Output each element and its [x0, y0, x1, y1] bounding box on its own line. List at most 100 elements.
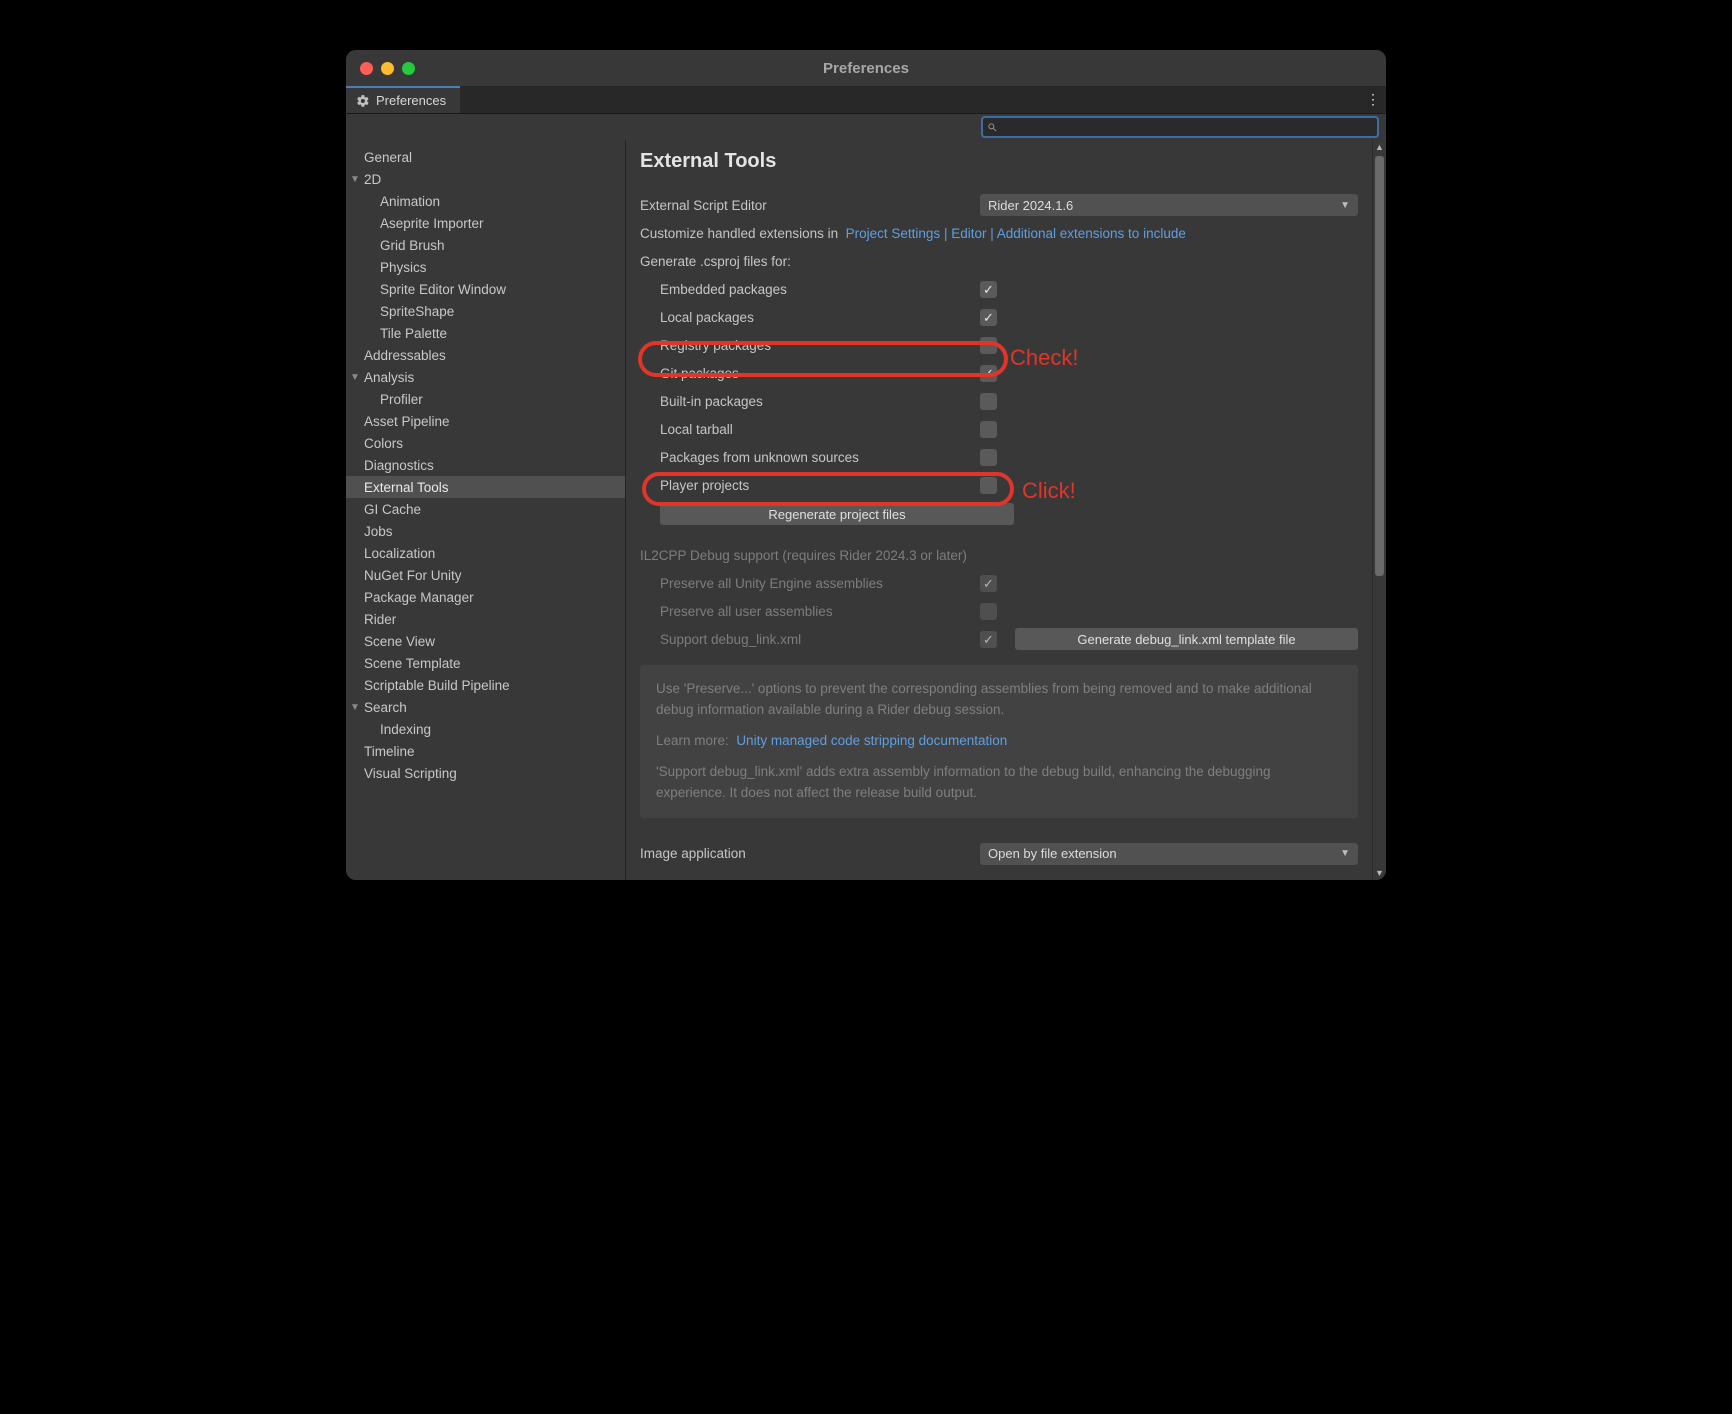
csproj-option-label: Local packages [640, 310, 980, 325]
sidebar-item-spriteshape[interactable]: SpriteShape [346, 300, 625, 322]
sidebar-item-animation[interactable]: Animation [346, 190, 625, 212]
sidebar-item-addressables[interactable]: Addressables [346, 344, 625, 366]
tab-preferences[interactable]: Preferences [346, 86, 460, 113]
sidebar-item-label: SpriteShape [380, 304, 454, 319]
csproj-option-label: Embedded packages [640, 282, 980, 297]
sidebar-item-indexing[interactable]: Indexing [346, 718, 625, 740]
sidebar-item-label: Profiler [380, 392, 423, 407]
sidebar-item-sprite-editor-window[interactable]: Sprite Editor Window [346, 278, 625, 300]
customize-ext-link[interactable]: Project Settings | Editor | Additional e… [846, 226, 1186, 241]
sidebar-item-diagnostics[interactable]: Diagnostics [346, 454, 625, 476]
annotation-check-label: Check! [1010, 345, 1078, 371]
annotation-click-label: Click! [1022, 478, 1076, 504]
external-script-editor-label: External Script Editor [640, 198, 980, 213]
gear-icon [356, 94, 370, 108]
csproj-option-label: Registry packages [640, 338, 980, 353]
sidebar-item-label: Colors [364, 436, 403, 451]
sidebar-item-physics[interactable]: Physics [346, 256, 625, 278]
csproj-git-packages-checkbox[interactable] [980, 365, 997, 382]
tabbar: Preferences ⋮ [346, 86, 1386, 114]
sidebar-item-gi-cache[interactable]: GI Cache [346, 498, 625, 520]
csproj-option-label: Local tarball [640, 422, 980, 437]
csproj-player-projects-checkbox[interactable] [980, 477, 997, 494]
sidebar-item-label: Visual Scripting [364, 766, 457, 781]
sidebar-item-analysis[interactable]: ▼Analysis [346, 366, 625, 388]
csproj-embedded-packages-checkbox[interactable] [980, 281, 997, 298]
sidebar-item-package-manager[interactable]: Package Manager [346, 586, 625, 608]
generate-debug-link-button[interactable]: Generate debug_link.xml template file [1015, 628, 1358, 650]
sidebar-item-label: Localization [364, 546, 435, 561]
scroll-up-icon[interactable]: ▲ [1373, 140, 1386, 154]
kebab-menu-icon[interactable]: ⋮ [1360, 86, 1386, 113]
sidebar-item-tile-palette[interactable]: Tile Palette [346, 322, 625, 344]
image-application-dropdown[interactable]: Open by file extension ▼ [980, 843, 1358, 865]
sidebar-item-label: 2D [364, 172, 381, 187]
csproj-local-tarball-checkbox[interactable] [980, 421, 997, 438]
sidebar-item-label: General [364, 150, 412, 165]
csproj-packages-from-unknown-sources-checkbox[interactable] [980, 449, 997, 466]
learn-more-link[interactable]: Unity managed code stripping documentati… [736, 733, 1007, 748]
sidebar-item-scriptable-build-pipeline[interactable]: Scriptable Build Pipeline [346, 674, 625, 696]
sidebar-item-profiler[interactable]: Profiler [346, 388, 625, 410]
sidebar-item-grid-brush[interactable]: Grid Brush [346, 234, 625, 256]
sidebar-item-label: Animation [380, 194, 440, 209]
scroll-thumb[interactable] [1375, 156, 1384, 576]
sidebar-item-colors[interactable]: Colors [346, 432, 625, 454]
sidebar-item-search[interactable]: ▼Search [346, 696, 625, 718]
sidebar-item-asset-pipeline[interactable]: Asset Pipeline [346, 410, 625, 432]
sidebar-item-label: Grid Brush [380, 238, 445, 253]
il2cpp-option-label: Support debug_link.xml [640, 632, 980, 647]
search-box[interactable] [982, 117, 1378, 137]
image-application-label: Image application [640, 846, 980, 861]
chevron-down-icon: ▼ [1340, 848, 1350, 859]
regenerate-project-files-button[interactable]: Regenerate project files [660, 503, 1014, 525]
vertical-scrollbar[interactable]: ▲ ▼ [1372, 140, 1386, 880]
sidebar-item-scene-view[interactable]: Scene View [346, 630, 625, 652]
sidebar-item-label: Asset Pipeline [364, 414, 450, 429]
csproj-option-label: Built-in packages [640, 394, 980, 409]
triangle-down-icon: ▼ [350, 174, 362, 185]
sidebar-item-label: Analysis [364, 370, 414, 385]
sidebar-item-nuget-for-unity[interactable]: NuGet For Unity [346, 564, 625, 586]
tab-label: Preferences [376, 93, 446, 108]
il2cpp-preserve-all-unity-engine-assemblies-checkbox[interactable] [980, 575, 997, 592]
il2cpp-support-debug-link-xml-checkbox[interactable] [980, 631, 997, 648]
chevron-down-icon: ▼ [1340, 200, 1350, 211]
csproj-local-packages-checkbox[interactable] [980, 309, 997, 326]
sidebar-item-rider[interactable]: Rider [346, 608, 625, 630]
generate-csproj-label: Generate .csproj files for: [640, 254, 980, 269]
sidebar-item-label: Jobs [364, 524, 393, 539]
search-input[interactable] [998, 120, 1373, 134]
sidebar-item-label: Sprite Editor Window [380, 282, 506, 297]
sidebar-item-label: Scriptable Build Pipeline [364, 678, 510, 693]
triangle-down-icon: ▼ [350, 702, 362, 713]
sidebar-item-label: Package Manager [364, 590, 474, 605]
sidebar-item-aseprite-importer[interactable]: Aseprite Importer [346, 212, 625, 234]
sidebar-item-jobs[interactable]: Jobs [346, 520, 625, 542]
sidebar-item-label: Scene Template [364, 656, 461, 671]
il2cpp-option-label: Preserve all user assemblies [640, 604, 980, 619]
il2cpp-section-label: IL2CPP Debug support (requires Rider 202… [640, 548, 967, 563]
sidebar-item-external-tools[interactable]: External Tools [346, 476, 625, 498]
csproj-option-label: Packages from unknown sources [640, 450, 980, 465]
csproj-built-in-packages-checkbox[interactable] [980, 393, 997, 410]
csproj-registry-packages-checkbox[interactable] [980, 337, 997, 354]
window-title: Preferences [346, 60, 1386, 77]
external-script-editor-dropdown[interactable]: Rider 2024.1.6 ▼ [980, 194, 1358, 216]
sidebar-item-timeline[interactable]: Timeline [346, 740, 625, 762]
csproj-option-label: Git packages [640, 366, 980, 381]
sidebar: General▼2DAnimationAseprite ImporterGrid… [346, 140, 626, 880]
sidebar-item-2d[interactable]: ▼2D [346, 168, 625, 190]
sidebar-item-label: NuGet For Unity [364, 568, 462, 583]
sidebar-item-label: Diagnostics [364, 458, 434, 473]
scroll-down-icon[interactable]: ▼ [1373, 866, 1386, 880]
sidebar-item-scene-template[interactable]: Scene Template [346, 652, 625, 674]
sidebar-item-localization[interactable]: Localization [346, 542, 625, 564]
sidebar-item-label: Addressables [364, 348, 446, 363]
sidebar-item-general[interactable]: General [346, 146, 625, 168]
section-title: External Tools [640, 150, 1358, 173]
sidebar-item-visual-scripting[interactable]: Visual Scripting [346, 762, 625, 784]
il2cpp-preserve-all-user-assemblies-checkbox[interactable] [980, 603, 997, 620]
sidebar-item-label: GI Cache [364, 502, 421, 517]
sidebar-item-label: Aseprite Importer [380, 216, 484, 231]
